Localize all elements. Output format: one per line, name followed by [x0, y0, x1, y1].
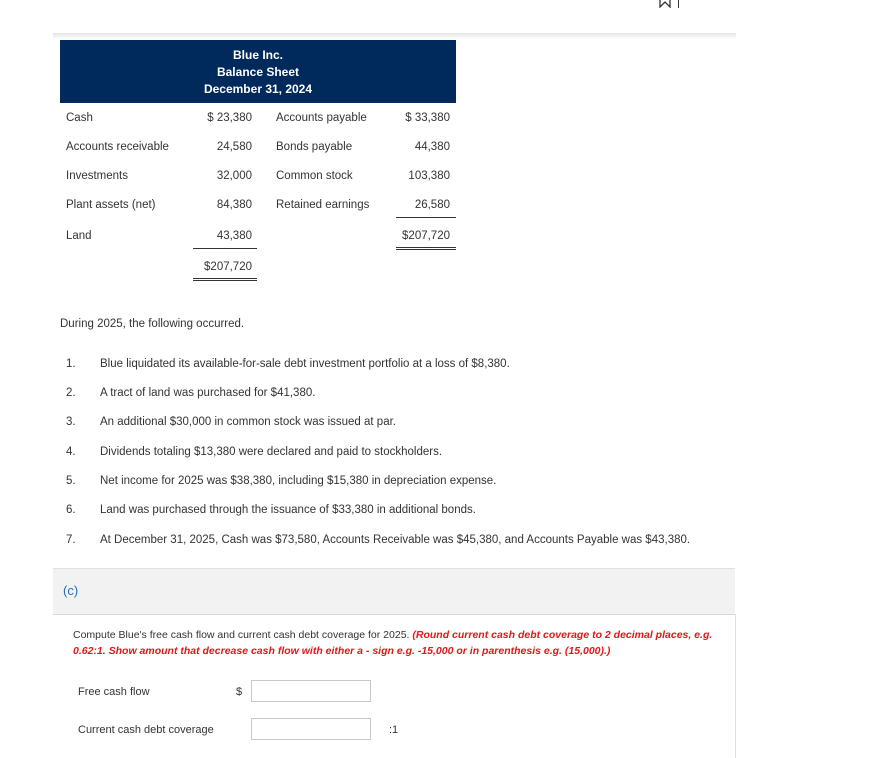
- asset-amount: 84,380: [216, 199, 252, 211]
- item-text: At December 31, 2025, Cash was $73,580, …: [100, 534, 691, 546]
- item-text: Dividends totaling $13,380 were declared…: [100, 446, 443, 458]
- table-row: Accounts receivable 24,580 Bonds payable…: [60, 138, 456, 156]
- free-cash-flow-input[interactable]: [251, 680, 371, 702]
- balance-sheet-table: Blue Inc. Balance Sheet December 31, 202…: [60, 40, 456, 281]
- item-number: 5.: [66, 475, 76, 487]
- item-number: 1.: [66, 358, 76, 370]
- item-text: Land was purchased through the issuance …: [100, 504, 476, 516]
- part-label: (c): [63, 583, 79, 598]
- item-text: A tract of land was purchased for $41,38…: [100, 387, 316, 399]
- subtotal-rule: [193, 248, 257, 249]
- asset-amount: 32,000: [216, 170, 252, 182]
- subtotal-rule: [396, 217, 456, 218]
- company-name: Blue Inc.: [232, 48, 283, 62]
- events-intro: During 2025, the following occurred.: [60, 318, 245, 330]
- table-row: Land 43,380 $207,720: [60, 227, 456, 245]
- statement-date: December 31, 2024: [203, 82, 313, 96]
- item-number: 3.: [66, 416, 76, 428]
- statement-title: Balance Sheet: [216, 65, 300, 79]
- table-row: $207,720: [60, 258, 456, 276]
- top-toolbar: [658, 0, 679, 12]
- item-text: Net income for 2025 was $38,380, includi…: [100, 475, 497, 487]
- liability-amount: 44,380: [414, 141, 450, 153]
- table-row: Investments 32,000 Common stock 103,380: [60, 167, 456, 185]
- liability-amount: 26,580: [414, 199, 450, 211]
- content-top-shadow: [53, 33, 736, 39]
- item-number: 7.: [66, 534, 76, 546]
- asset-label: Accounts receivable: [66, 141, 169, 153]
- liability-label: Common stock: [276, 170, 353, 182]
- total-double-rule: [396, 247, 456, 250]
- liability-label: Bonds payable: [276, 141, 353, 153]
- asset-amount: $ 23,380: [207, 112, 252, 124]
- dollar-prefix: $: [236, 686, 243, 698]
- asset-label: Investments: [66, 170, 128, 182]
- instructions: Compute Blue's free cash flow and curren…: [73, 627, 723, 659]
- bookmark-icon[interactable]: [658, 0, 672, 8]
- top-separator: [678, 0, 679, 8]
- asset-label: Cash: [66, 112, 93, 124]
- liability-label: Retained earnings: [276, 199, 370, 211]
- free-cash-flow-label: Free cash flow: [78, 686, 150, 698]
- liability-amount: $ 33,380: [405, 112, 450, 124]
- table-row: Cash $ 23,380 Accounts payable $ 33,380: [60, 109, 456, 127]
- item-text: Blue liquidated its available-for-sale d…: [100, 358, 510, 370]
- current-cash-debt-coverage-input[interactable]: [251, 718, 371, 740]
- asset-label: Land: [66, 230, 92, 242]
- item-number: 2.: [66, 387, 76, 399]
- part-body: Compute Blue's free cash flow and curren…: [53, 614, 736, 758]
- liabilities-equity-total: $207,720: [402, 230, 450, 242]
- balance-sheet-header: Blue Inc. Balance Sheet December 31, 202…: [60, 40, 456, 103]
- liability-amount: 103,380: [408, 170, 450, 182]
- item-number: 6.: [66, 504, 76, 516]
- item-number: 4.: [66, 446, 76, 458]
- table-row: Plant assets (net) 84,380 Retained earni…: [60, 196, 456, 214]
- current-cash-debt-coverage-label: Current cash debt coverage: [78, 724, 214, 736]
- instruction-text: Compute Blue's free cash flow and curren…: [73, 629, 413, 641]
- assets-total: $207,720: [204, 261, 252, 273]
- ratio-suffix: :1: [389, 724, 399, 736]
- item-text: An additional $30,000 in common stock wa…: [100, 416, 396, 428]
- asset-label: Plant assets (net): [66, 199, 156, 211]
- liability-label: Accounts payable: [276, 112, 367, 124]
- total-double-rule: [193, 278, 257, 281]
- part-header: (c): [53, 568, 735, 615]
- asset-amount: 24,580: [216, 141, 252, 153]
- asset-amount: 43,380: [216, 230, 252, 242]
